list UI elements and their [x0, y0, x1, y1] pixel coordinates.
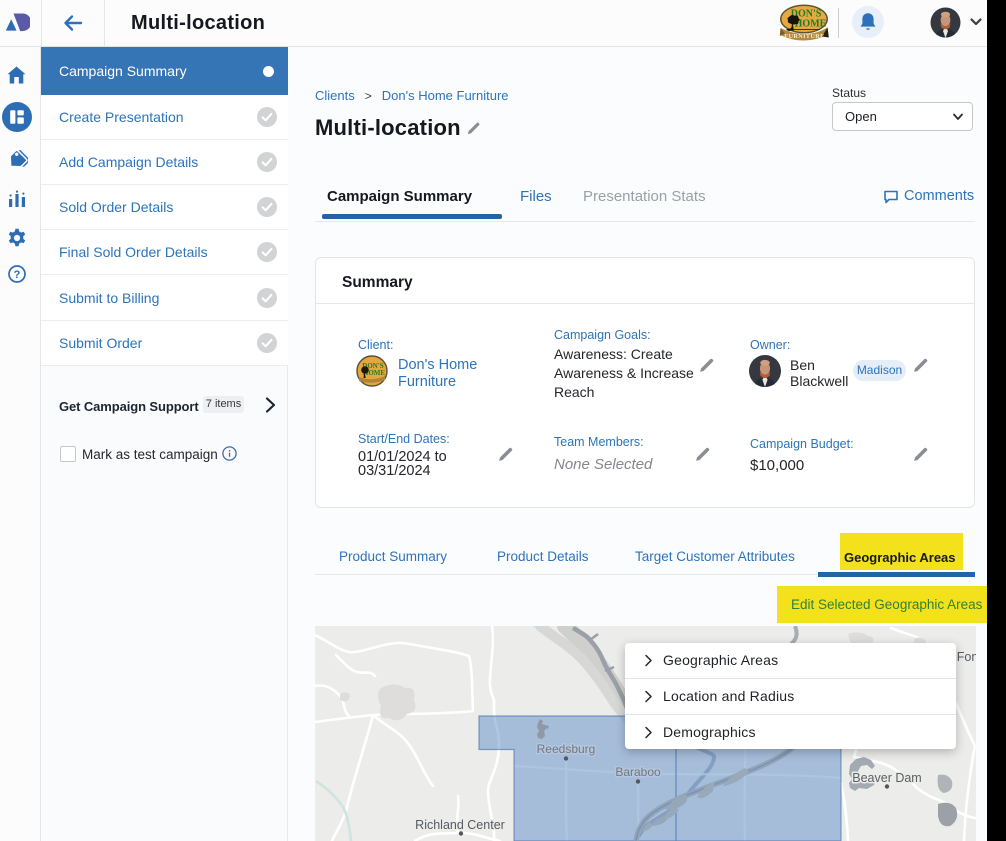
svg-text:Richland Center: Richland Center: [415, 818, 505, 832]
svg-text:Baraboo: Baraboo: [615, 765, 661, 779]
svg-text:Reedsburg: Reedsburg: [537, 742, 596, 756]
svg-text:Beaver Dam: Beaver Dam: [852, 771, 921, 785]
svg-text:?: ?: [14, 269, 21, 281]
svg-text:Fond: Fond: [957, 650, 976, 664]
svg-text:FURNITURE: FURNITURE: [784, 33, 824, 40]
